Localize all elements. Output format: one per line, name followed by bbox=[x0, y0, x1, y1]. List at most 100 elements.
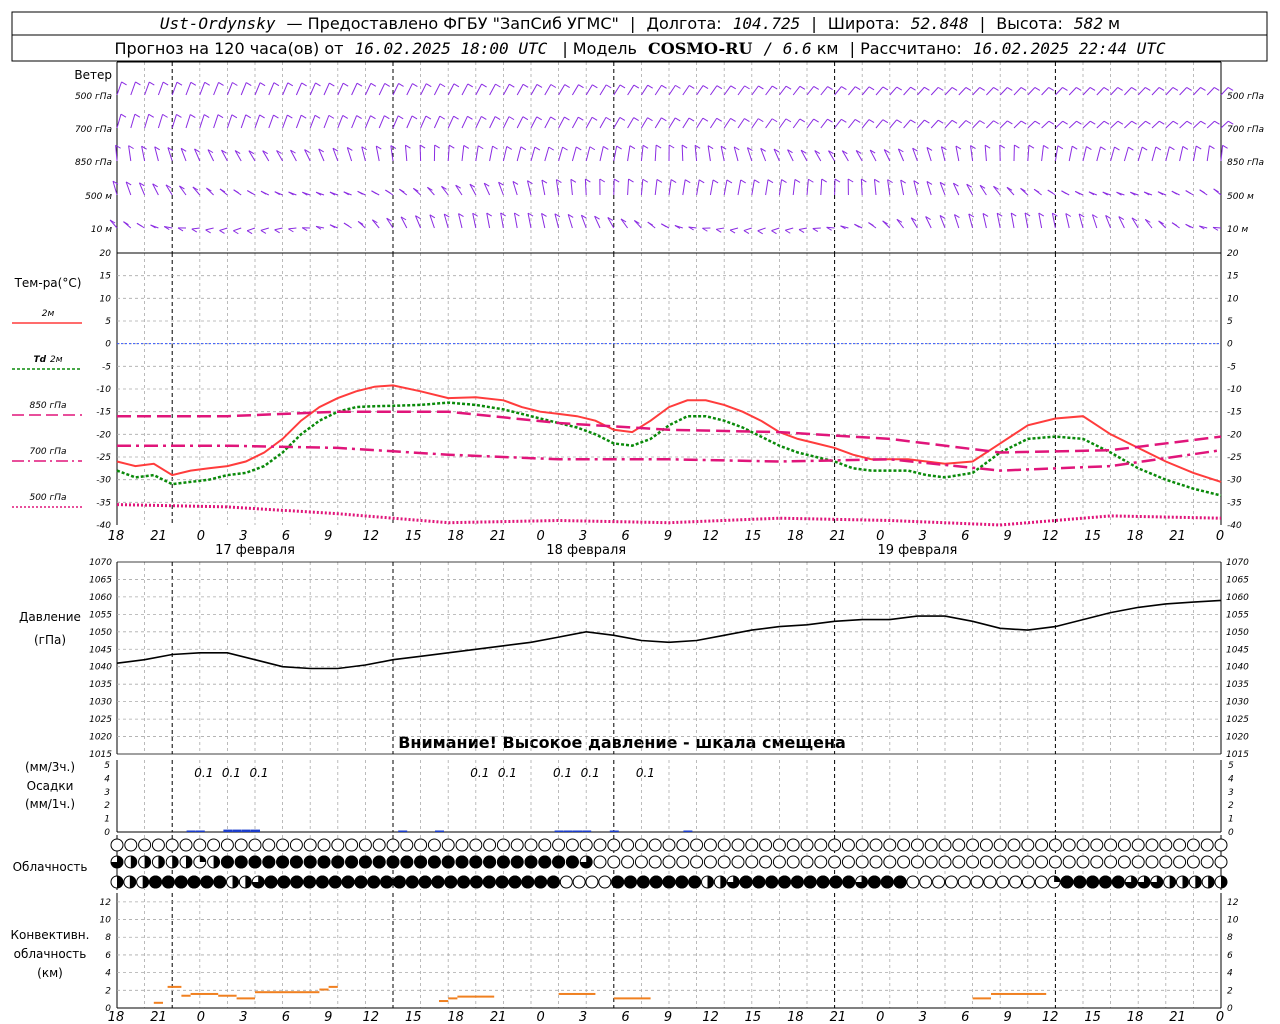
precip-1h-bar bbox=[223, 829, 233, 832]
date-label: 19 февраля bbox=[878, 543, 958, 558]
conv-segment bbox=[319, 988, 329, 991]
cloud-symbol bbox=[110, 838, 124, 852]
pres-ytick-right: 1030 bbox=[1226, 698, 1249, 708]
cloud-symbol-full bbox=[1098, 875, 1112, 889]
precip-3h-label: 0.1 bbox=[222, 766, 241, 780]
temp-xtick: 21 bbox=[1169, 529, 1186, 544]
cloud-symbol bbox=[996, 875, 1010, 889]
legend-t700-label: 700 гПа bbox=[29, 447, 66, 457]
cloud-symbol bbox=[883, 838, 897, 852]
cloud-symbol bbox=[910, 838, 924, 852]
pres-ytick-left: 1055 bbox=[89, 610, 112, 620]
cloud-symbol-full bbox=[552, 855, 566, 869]
temp-xtick: 0 bbox=[1216, 529, 1224, 544]
wind-level-10m-right: 10 м bbox=[1227, 225, 1248, 235]
precip-1h-bar bbox=[609, 830, 619, 832]
conv-ytick-left: 8 bbox=[105, 933, 111, 943]
wind-title: Ветер bbox=[74, 68, 112, 82]
cloud-symbol-full bbox=[1073, 875, 1087, 889]
cloud-symbol-full bbox=[358, 855, 372, 869]
cloud-symbol bbox=[648, 838, 662, 852]
cloud-symbol bbox=[414, 838, 428, 852]
cloud-symbol bbox=[745, 838, 759, 852]
temp-xtick: 9 bbox=[324, 529, 332, 544]
conv-xtick: 6 bbox=[282, 1010, 290, 1024]
cloud-symbol-full bbox=[262, 855, 276, 869]
precip-ytick-right: 1 bbox=[1228, 815, 1234, 825]
cloud-symbol bbox=[869, 855, 883, 869]
precip-unit-1h: (мм/1ч.) bbox=[25, 797, 75, 811]
conv-segment bbox=[167, 985, 182, 988]
cloud-symbol bbox=[1021, 875, 1035, 889]
temp-xtick: 12 bbox=[1042, 529, 1059, 544]
precip-1h-bar bbox=[554, 830, 564, 832]
cloud-symbol-full bbox=[303, 855, 317, 869]
precip-3h-label: 0.1 bbox=[581, 766, 600, 780]
cloud-symbol-full bbox=[662, 875, 676, 889]
cloud-symbol bbox=[193, 838, 207, 852]
cloud-symbol bbox=[1186, 838, 1200, 852]
pres-ytick-left: 1065 bbox=[89, 575, 112, 585]
lon-label: Долгота: bbox=[646, 14, 721, 33]
temp-xtick: 18 bbox=[787, 529, 804, 544]
cloud-symbol bbox=[979, 838, 993, 852]
cloud-symbol bbox=[703, 855, 717, 869]
cloud-symbol bbox=[983, 875, 997, 889]
cloud-symbol bbox=[441, 838, 455, 852]
conv-xtick: 0 bbox=[1216, 1010, 1224, 1024]
cloud-symbol-full bbox=[508, 875, 522, 889]
conv-xtick: 15 bbox=[405, 1010, 422, 1024]
pres-ytick-left: 1045 bbox=[89, 645, 112, 655]
cloud-symbol bbox=[869, 838, 883, 852]
cloud-symbol-full bbox=[354, 875, 368, 889]
forecast-prefix: Прогноз на 120 часа(ов) от bbox=[115, 39, 344, 58]
cloud-symbol-full bbox=[636, 875, 650, 889]
conv-title-1: Конвективн. bbox=[11, 928, 90, 942]
cloud-symbol bbox=[662, 855, 676, 869]
cloud-symbol-full bbox=[765, 875, 779, 889]
conv-xtick: 0 bbox=[197, 1010, 205, 1024]
conv-ytick-right: 4 bbox=[1227, 969, 1233, 979]
cloud-symbol bbox=[1131, 855, 1145, 869]
temp-xtick: 15 bbox=[1084, 529, 1101, 544]
conv-ytick-right: 12 bbox=[1227, 898, 1239, 908]
cloud-symbol bbox=[317, 838, 331, 852]
cloud-symbol bbox=[897, 855, 911, 869]
pres-ytick-right: 1040 bbox=[1226, 663, 1249, 673]
precip-3h-label: 0.1 bbox=[498, 766, 517, 780]
cloud-symbol-full bbox=[386, 855, 400, 869]
temp-ytick-right: 0 bbox=[1227, 340, 1233, 350]
cloud-symbol-full bbox=[880, 875, 894, 889]
cloud-symbol bbox=[814, 838, 828, 852]
cloud-symbol bbox=[828, 838, 842, 852]
precip-3h-label: 0.1 bbox=[194, 766, 213, 780]
cloud-symbol-full bbox=[213, 875, 227, 889]
cloud-symbol bbox=[814, 855, 828, 869]
cloud-title: Облачность bbox=[13, 860, 88, 874]
station-name: Ust-Ordynsky bbox=[160, 14, 276, 33]
cloud-symbol bbox=[993, 855, 1007, 869]
cloud-symbol-full bbox=[234, 855, 248, 869]
cloud-symbol bbox=[289, 838, 303, 852]
temp-ytick-right: -40 bbox=[1227, 521, 1242, 531]
cloud-symbol bbox=[552, 838, 566, 852]
cloud-symbol-full bbox=[510, 855, 524, 869]
temp-xtick: 9 bbox=[1004, 529, 1012, 544]
conv-segment bbox=[328, 985, 338, 988]
conv-segment bbox=[613, 997, 651, 1000]
cloud-symbol bbox=[676, 838, 690, 852]
cloud-symbol-full bbox=[752, 875, 766, 889]
cloud-symbol bbox=[358, 838, 372, 852]
cloud-symbol bbox=[1186, 855, 1200, 869]
cloud-symbol bbox=[855, 838, 869, 852]
precip-ytick-left: 5 bbox=[104, 761, 110, 771]
precip-ytick-left: 2 bbox=[104, 801, 110, 811]
cloud-symbol bbox=[1200, 855, 1214, 869]
cloud-symbol-full bbox=[317, 855, 331, 869]
legend-t2m-label: 2м bbox=[42, 309, 55, 319]
conv-segment bbox=[181, 994, 191, 997]
cloud-symbol-full bbox=[565, 855, 579, 869]
precip-1h-bar bbox=[683, 830, 693, 832]
forecast-time: 16.02.2025 18:00 UTC bbox=[355, 39, 548, 58]
model-res: / 6.6 bbox=[764, 39, 812, 58]
